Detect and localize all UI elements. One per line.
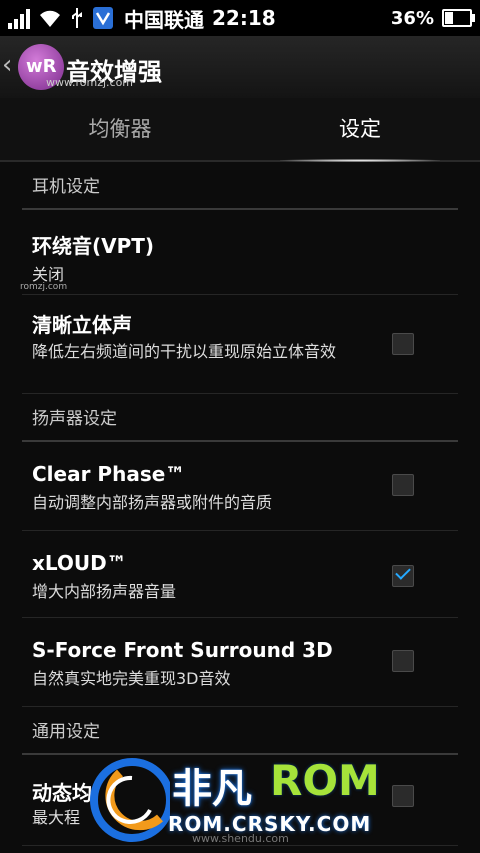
checkbox-clear-stereo[interactable] xyxy=(392,333,414,355)
back-chevron-icon[interactable]: ‹ xyxy=(2,50,12,80)
item-subtitle: 降低左右频道间的干扰以重现原始立体音效 xyxy=(32,342,337,361)
section-header: 扬声器设定 xyxy=(32,409,117,429)
section-headphone: 耳机设定 xyxy=(22,162,458,210)
list-item-sforce[interactable]: S-Force Front Surround 3D 自然真实地完美重现3D音效 xyxy=(22,618,458,707)
watermark-overlay: 非凡 ROM ROM.CRSKY.COM www.shendu.com xyxy=(90,748,410,853)
logo-text: wR xyxy=(26,56,57,77)
shield-icon xyxy=(92,6,114,30)
watermark-url: www.romzj.com xyxy=(46,76,134,89)
section-header: 耳机设定 xyxy=(32,177,100,197)
clock: 22:18 xyxy=(212,6,276,30)
item-title: S-Force Front Surround 3D xyxy=(32,638,333,662)
list-item-xloud[interactable]: xLOUD™ 增大内部扬声器音量 xyxy=(22,531,458,618)
item-title: 环绕音(VPT) xyxy=(32,234,155,258)
item-subtitle: 关闭 xyxy=(32,265,65,284)
action-bar: ‹ wR 音效增强 www.romzj.com xyxy=(0,36,480,99)
tiny-watermark: romzj.com xyxy=(20,282,68,292)
watermark-cn: 非凡 xyxy=(172,766,252,812)
tab-settings[interactable]: 设定 xyxy=(240,98,480,162)
checkbox-clear-phase[interactable] xyxy=(392,474,414,496)
checkbox-xloud[interactable] xyxy=(392,565,414,587)
signal-icon xyxy=(8,7,30,29)
section-speaker: 扬声器设定 xyxy=(22,394,458,442)
item-title: 动态均 xyxy=(32,781,92,805)
list-item-clear-stereo[interactable]: 清晰立体声 降低左右频道间的干扰以重现原始立体音效 xyxy=(22,295,458,394)
settings-list: 耳机设定 环绕音(VPT) 关闭 romzj.com 清晰立体声 降低左右频道间… xyxy=(0,162,480,846)
item-subtitle: 自动调整内部扬声器或附件的音质 xyxy=(32,493,273,512)
checkbox-sforce[interactable] xyxy=(392,650,414,672)
item-subtitle: 自然真实地完美重现3D音效 xyxy=(32,669,231,688)
battery-percent: 36% xyxy=(390,7,434,29)
list-item-vpt[interactable]: 环绕音(VPT) 关闭 romzj.com xyxy=(20,210,458,295)
watermark-rom: ROM xyxy=(270,756,380,805)
wifi-icon xyxy=(38,8,62,28)
tab-equalizer[interactable]: 均衡器 xyxy=(0,98,240,160)
item-title: 清晰立体声 xyxy=(32,313,132,337)
carrier-name: 中国联通 xyxy=(124,7,204,32)
section-header: 通用设定 xyxy=(32,722,100,742)
swirl-logo-icon xyxy=(90,758,170,842)
item-title: Clear Phase™ xyxy=(32,462,186,486)
list-item-clear-phase[interactable]: Clear Phase™ 自动调整内部扬声器或附件的音质 xyxy=(22,442,458,531)
tab-bar: 均衡器 设定 xyxy=(0,98,480,162)
item-title: xLOUD™ xyxy=(32,551,127,575)
watermark-small: www.shendu.com xyxy=(192,832,289,845)
status-bar: 中国联通 22:18 36% xyxy=(0,0,480,36)
battery-icon xyxy=(442,9,475,27)
item-subtitle: 增大内部扬声器音量 xyxy=(32,582,177,601)
usb-icon xyxy=(70,7,84,29)
